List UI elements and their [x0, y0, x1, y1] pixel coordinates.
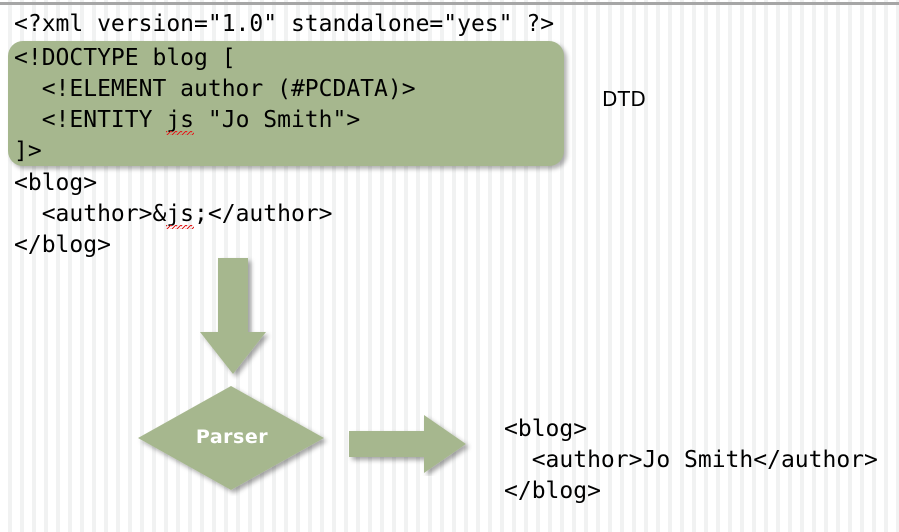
xml-output-line-blog-close: </blog>	[504, 478, 601, 504]
xml-output-line-author: <author>Jo Smith</author>	[504, 447, 878, 473]
dtd-line-close: ]>	[14, 138, 42, 164]
dtd-code-block: <!DOCTYPE blog [ <!ELEMENT author (#PCDA…	[14, 43, 416, 167]
dtd-line-entity-prefix: <!ENTITY	[14, 107, 167, 133]
top-divider-rule	[0, 2, 899, 5]
xml-body-line-author-suffix: ;</author>	[194, 201, 333, 227]
xml-body-code-block: <blog> <author>&js;</author> </blog>	[14, 168, 333, 261]
down-arrow-icon	[200, 258, 266, 374]
dtd-highlight-box: <!DOCTYPE blog [ <!ELEMENT author (#PCDA…	[8, 41, 564, 166]
xml-body-line-blog-open: <blog>	[14, 170, 98, 196]
dtd-line-doctype: <!DOCTYPE blog [	[14, 45, 236, 71]
xml-output-code-block: <blog> <author>Jo Smith</author> </blog>	[504, 414, 878, 507]
xml-body-entity-ref-misspelled: js	[166, 199, 194, 230]
dtd-caption-label: DTD	[602, 87, 647, 111]
xml-declaration-line: <?xml version="1.0" standalone="yes" ?>	[14, 11, 555, 37]
xml-output-line-blog-open: <blog>	[504, 416, 588, 442]
parser-diamond-shape	[138, 386, 324, 490]
xml-body-line-blog-close: </blog>	[14, 232, 111, 258]
dtd-line-element: <!ELEMENT author (#PCDATA)>	[14, 76, 416, 102]
right-arrow-icon	[349, 415, 466, 473]
slide-canvas: <?xml version="1.0" standalone="yes" ?> …	[0, 0, 899, 532]
xml-body-line-author-prefix: <author>&	[14, 201, 167, 227]
dtd-entity-name-misspelled: js	[166, 105, 194, 136]
dtd-line-entity-suffix: "Jo Smith">	[194, 107, 361, 133]
